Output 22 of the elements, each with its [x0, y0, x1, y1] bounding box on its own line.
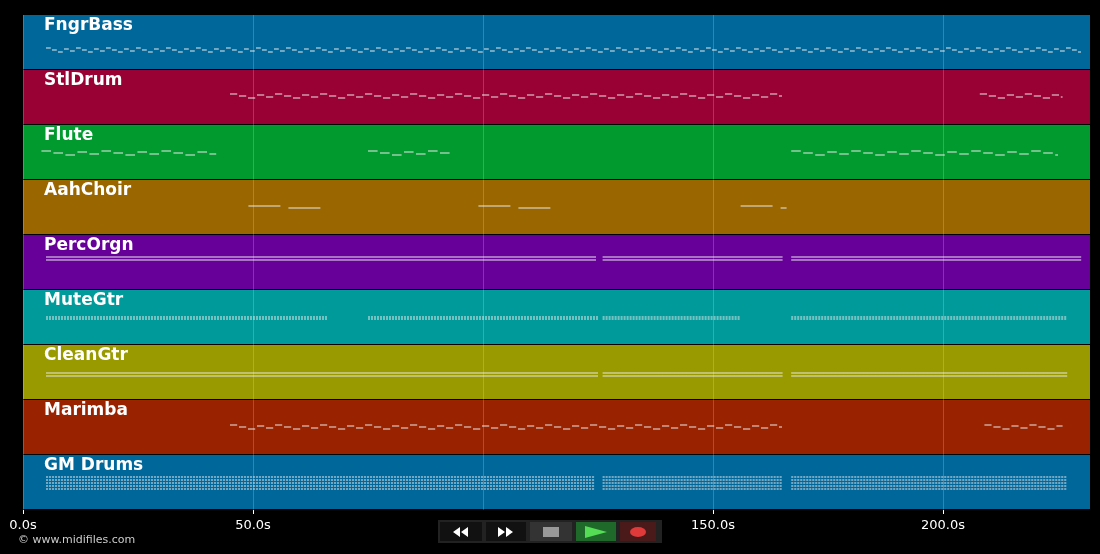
time-tick-label: 50.0s [235, 516, 271, 534]
track-name: PercOrgn [44, 236, 134, 253]
record-button[interactable] [620, 522, 656, 541]
copyright-text: © www.midifiles.com [18, 532, 136, 548]
track-name: GM Drums [44, 456, 144, 473]
forward-button[interactable] [486, 522, 526, 541]
stop-button[interactable] [530, 522, 572, 541]
record-icon [630, 526, 646, 537]
track-name: MuteGtr [44, 291, 124, 308]
track-name: StlDrum [44, 71, 123, 88]
time-tick-label: 150.0s [691, 516, 735, 534]
rewind-button[interactable] [440, 522, 482, 541]
stop-icon [543, 526, 559, 537]
play-icon [585, 525, 607, 538]
time-tick-label: 200.0s [921, 516, 965, 534]
track-name: CleanGtr [44, 346, 128, 363]
time-tick-label: 0.0s [9, 516, 37, 534]
track-name: Flute [44, 126, 94, 143]
play-button[interactable] [576, 522, 616, 541]
track-name: Marimba [44, 401, 128, 418]
track-name: FngrBass [44, 16, 133, 33]
track-name: AahChoir [44, 181, 132, 198]
